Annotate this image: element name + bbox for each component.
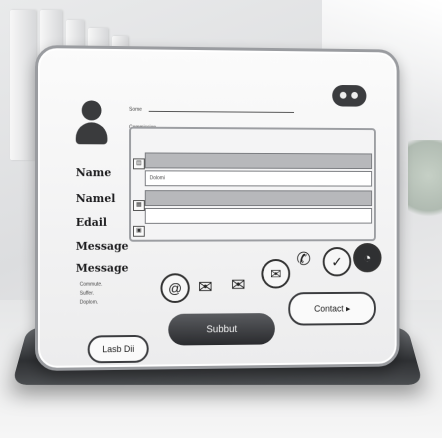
label-message-2: Message [75,261,129,275]
field-icon-3: ▣ [133,225,145,237]
label-name: Name [75,166,112,180]
name-input[interactable] [144,152,373,170]
person-check-icon[interactable]: ✓ [322,247,352,277]
note-suffer: Suffer. [79,290,94,297]
open-envelope-icon[interactable]: ✉ [225,273,252,297]
top-label-some: Some [129,106,142,113]
scene: Some Commission Name Namel Edail Message… [0,0,442,438]
wifi-icon[interactable]: ◔ [353,243,382,273]
tablet-device: Some Commission Name Namel Edail Message… [35,45,400,371]
label-message: Message [75,239,129,253]
background-plant [408,140,442,230]
menu-toggle-button[interactable] [332,84,367,107]
note-doplom: Doplom. [79,299,99,306]
mail-circle-icon[interactable]: ✉ [261,258,291,289]
field-icon: ▤ [133,158,145,170]
name-input-2[interactable]: Dolomi [144,170,373,187]
left-action-button[interactable]: Lasb Dii [87,334,149,364]
email-input[interactable] [144,190,373,207]
label-name-2: Namel [75,192,116,206]
phone-icon[interactable]: ✆ [290,247,317,271]
contact-button[interactable]: Contact ▸ [288,291,376,326]
submit-button[interactable]: Subbut [168,313,275,346]
field-icon-2: ▦ [133,200,145,211]
form-fields-panel: ▤ Dolomi ▦ ▣ [129,126,376,242]
user-avatar-icon [75,100,108,146]
at-sign-icon[interactable]: @ [160,273,190,304]
note-commute: Commute. [79,281,103,288]
message-input[interactable] [144,208,373,224]
label-email: Edail [75,215,107,229]
field-hint: Dolomi [149,175,165,182]
envelope-icon[interactable]: ✉ [192,275,219,299]
